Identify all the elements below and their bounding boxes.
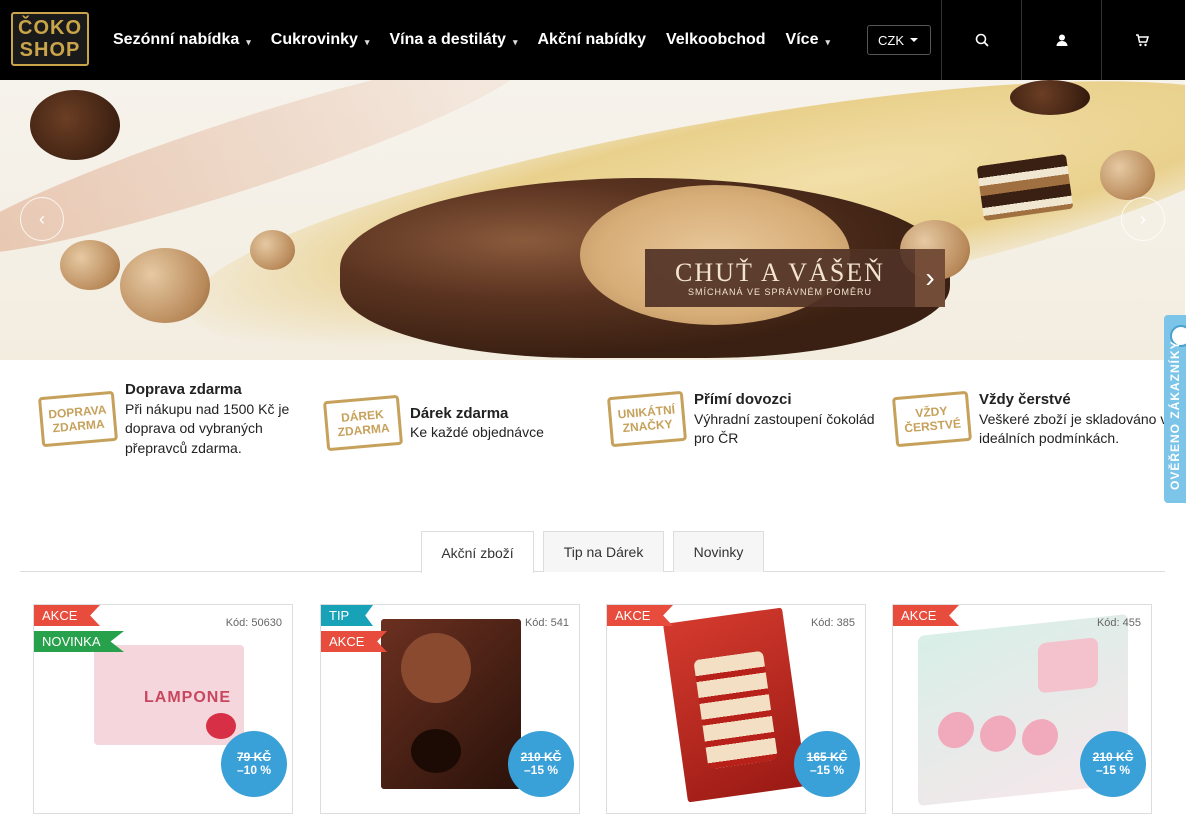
chevron-down-icon: ▾ bbox=[246, 36, 251, 47]
hero-headline: CHUŤ A VÁŠEŇ bbox=[675, 258, 885, 287]
flag-novinka: NOVINKA bbox=[34, 631, 124, 652]
benefit-always-fresh: VŽDY ČERSTVÉ Vždy čerstvé Veškeré zboží j… bbox=[891, 390, 1179, 449]
tab-tip-na-darek[interactable]: Tip na Dárek bbox=[543, 531, 664, 572]
verified-by-customers-tab[interactable]: OVĚŘENO ZÁKAZNÍKY bbox=[1164, 315, 1186, 503]
product-image[interactable]: LAMPONE bbox=[94, 645, 244, 745]
chevron-left-icon: ‹ bbox=[39, 208, 45, 229]
main-menu: Sezónní nabídka ▾ Cukrovinky ▾ Vína a dest… bbox=[113, 0, 850, 80]
logo-line-2: SHOP bbox=[19, 39, 81, 61]
discount-badge: 210 KČ –15 % bbox=[1080, 731, 1146, 797]
nav-item-label: Vína a destiláty bbox=[389, 31, 506, 48]
unique-brands-badge-icon: UNIKÁTNÍ ZNAČKY bbox=[606, 391, 688, 448]
account-button[interactable] bbox=[1021, 0, 1101, 80]
benefit-title: Přímí dovozci bbox=[694, 391, 792, 408]
product-code: Kód: 541 bbox=[524, 617, 569, 629]
slider-prev-button[interactable]: ‹ bbox=[20, 197, 64, 241]
logo[interactable]: ČOKO SHOP bbox=[11, 12, 89, 66]
tab-novinky[interactable]: Novinky bbox=[673, 531, 764, 572]
nav-item-sezonni-nabidka[interactable]: Sezónní nabídka ▾ bbox=[113, 31, 251, 49]
nav-item-velkoobchod[interactable]: Velkoobchod bbox=[666, 31, 766, 49]
flag-akce: AKCE bbox=[607, 605, 673, 626]
benefit-text: Ke každé objednávce bbox=[410, 424, 544, 440]
nav-item-label: Cukrovinky bbox=[270, 31, 358, 48]
cart-icon bbox=[1135, 34, 1149, 47]
search-button[interactable] bbox=[941, 0, 1021, 80]
benefit-title: Dárek zdarma bbox=[410, 404, 509, 422]
chevron-down-icon: ▾ bbox=[364, 36, 370, 47]
badge-text: ČERSTVÉ bbox=[903, 416, 962, 436]
benefit-text: Veškeré zboží je skladováno v ideálních … bbox=[979, 410, 1168, 447]
flag-akce: AKCE bbox=[34, 605, 100, 626]
benefit-title: Vždy čerstvé bbox=[979, 391, 1071, 408]
benefit-direct-import: UNIKÁTNÍ ZNAČKY Přímí dovozci Výhradní za… bbox=[606, 390, 884, 449]
chocolate-curl-image bbox=[30, 90, 120, 160]
discount-percent: –15 % bbox=[809, 763, 845, 777]
slider-next-button[interactable]: › bbox=[1121, 197, 1165, 241]
flag-akce: AKCE bbox=[321, 631, 387, 652]
currency-value: CZK bbox=[878, 32, 904, 48]
product-card[interactable]: LAMPONE AKCE NOVINKA Kód: 50630 79 KČ –1… bbox=[33, 604, 293, 814]
product-image[interactable] bbox=[381, 619, 521, 789]
flag-akce: AKCE bbox=[893, 605, 959, 626]
nav-item-akcni-nabidky[interactable]: Akční nabídky bbox=[537, 31, 645, 49]
badge-text: ZDARMA bbox=[52, 416, 106, 436]
hero-slider[interactable]: CHUŤ A VÁŠEŇ SMÍCHANÁ VE SPRÁVNÉM POMĚRU… bbox=[0, 80, 1185, 360]
tab-label: Akční zboží bbox=[441, 544, 514, 561]
product-card[interactable]: TIP AKCE Kód: 541 210 KČ –15 % bbox=[320, 604, 580, 814]
currency-select[interactable]: CZK bbox=[867, 25, 931, 55]
badge-text: ZDARMA bbox=[337, 420, 391, 440]
hazelnut-image bbox=[120, 248, 210, 323]
discount-percent: –15 % bbox=[523, 763, 559, 777]
tab-label: Novinky bbox=[693, 544, 744, 560]
free-shipping-badge-icon: DOPRAVA ZDARMA bbox=[37, 390, 119, 448]
nav-item-label: Sezónní nabídka bbox=[113, 31, 240, 48]
discount-percent: –15 % bbox=[1095, 763, 1131, 777]
top-navbar: ČOKO SHOP Sezónní nabídka ▾ Cukrovinky ▾ V… bbox=[0, 0, 1185, 80]
tab-akcni-zbozi[interactable]: Akční zboží bbox=[421, 531, 534, 573]
nav-item-cukrovinky[interactable]: Cukrovinky ▾ bbox=[271, 31, 370, 49]
benefit-text: Výhradní zastoupení čokolád pro ČR bbox=[694, 410, 875, 447]
product-code: Kód: 455 bbox=[1096, 617, 1141, 629]
cart-button[interactable] bbox=[1101, 0, 1181, 80]
search-icon bbox=[975, 33, 989, 47]
product-code: Kód: 385 bbox=[810, 617, 855, 629]
product-image[interactable] bbox=[663, 607, 807, 803]
hazelnut-image bbox=[60, 240, 120, 290]
nav-item-label: Více bbox=[785, 31, 819, 48]
nav-item-vina-a-destilaty[interactable]: Vína a destiláty ▾ bbox=[389, 31, 517, 49]
chevron-right-icon: › bbox=[1140, 208, 1146, 229]
benefit-free-shipping: DOPRAVA ZDARMA Doprava zdarma Při nákupu … bbox=[37, 380, 300, 458]
benefit-title: Doprava zdarma bbox=[125, 381, 242, 398]
discount-badge: 79 KČ –10 % bbox=[221, 731, 287, 797]
discount-badge: 210 KČ –15 % bbox=[508, 731, 574, 797]
gift-badge-icon: DÁREK ZDARMA bbox=[322, 394, 404, 452]
fresh-badge-icon: VŽDY ČERSTVÉ bbox=[891, 391, 973, 448]
hazelnut-image bbox=[250, 230, 295, 270]
chocolate-curl-image bbox=[1010, 80, 1090, 115]
caret-down-icon bbox=[910, 38, 918, 42]
chevron-right-icon: › bbox=[915, 249, 945, 307]
flag-tip: TIP bbox=[321, 605, 373, 626]
hero-subline: SMÍCHANÁ VE SPRÁVNÉM POMĚRU bbox=[687, 287, 873, 297]
product-code: Kód: 50630 bbox=[225, 617, 282, 629]
nav-item-vice[interactable]: Více ▾ bbox=[786, 31, 830, 49]
logo-line-1: ČOKO bbox=[18, 17, 82, 39]
tab-label: Tip na Dárek bbox=[563, 544, 644, 560]
benefit-text: Při nákupu nad 1500 Kč je doprava od vyb… bbox=[125, 400, 290, 456]
discount-percent: –10 % bbox=[236, 763, 272, 777]
verified-tab-label: OVĚŘENO ZÁKAZNÍKY bbox=[1168, 340, 1182, 490]
chevron-down-icon: ▾ bbox=[512, 36, 518, 47]
hero-cta-banner[interactable]: CHUŤ A VÁŠEŇ SMÍCHANÁ VE SPRÁVNÉM POMĚRU… bbox=[645, 249, 945, 307]
chevron-down-icon: ▾ bbox=[825, 36, 830, 47]
user-icon bbox=[1056, 34, 1067, 46]
discount-badge: 165 KČ –15 % bbox=[794, 731, 860, 797]
product-card[interactable]: AKCE Kód: 455 210 KČ –15 % bbox=[892, 604, 1152, 814]
badge-text: ZNAČKY bbox=[622, 417, 674, 436]
benefit-free-gift: DÁREK ZDARMA Dárek zdarma Ke každé objedn… bbox=[322, 394, 590, 452]
product-card[interactable]: AKCE Kód: 385 165 KČ –15 % bbox=[606, 604, 866, 814]
hazelnut-image bbox=[1100, 150, 1155, 200]
nav-item-label: Velkoobchod bbox=[665, 31, 766, 48]
nav-item-label: Akční nabídky bbox=[537, 31, 646, 48]
